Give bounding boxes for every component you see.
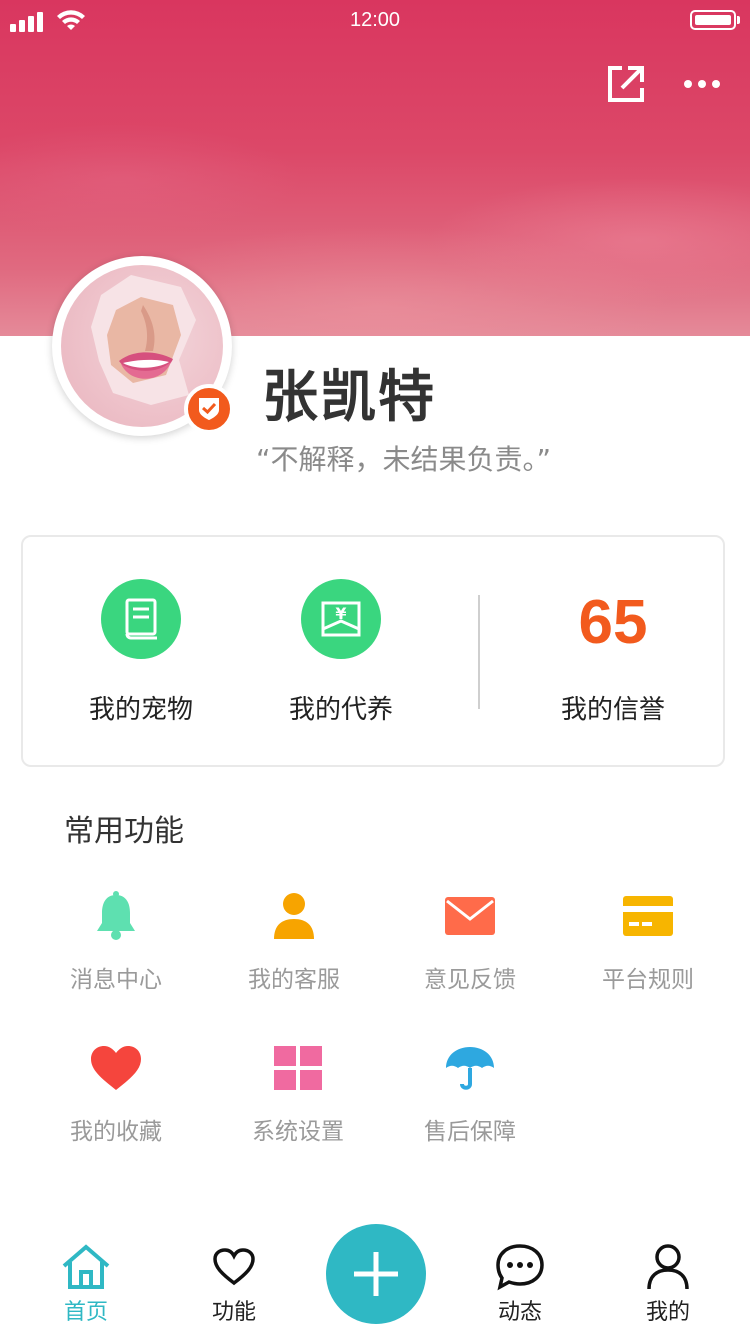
function-after-sales[interactable]: 售后保障 [395, 1040, 545, 1150]
svg-text:¥: ¥ [335, 604, 346, 623]
status-time: 12:00 [349, 9, 401, 31]
status-bar: 12:00 [0, 0, 750, 40]
stats-divider [478, 595, 480, 709]
plus-icon [354, 1252, 398, 1296]
function-label: 系统设置 [252, 1119, 344, 1145]
credit-value: 65 [578, 588, 648, 657]
tab-home-label: 首页 [63, 1300, 108, 1325]
function-label: 消息中心 [70, 967, 162, 993]
person-outline-icon [642, 1242, 694, 1292]
my-pets-label: 我的宠物 [88, 695, 193, 725]
function-label: 我的收藏 [70, 1119, 162, 1145]
function-customer-service[interactable]: 我的客服 [219, 888, 369, 998]
heart-outline-icon [208, 1242, 260, 1292]
add-button[interactable] [326, 1224, 426, 1324]
tab-mine[interactable]: 我的 [613, 1242, 723, 1332]
home-icon [60, 1242, 112, 1292]
tab-activity-label: 动态 [497, 1300, 542, 1325]
common-functions-title: 常用功能 [64, 814, 184, 849]
function-label: 售后保障 [424, 1119, 516, 1145]
umbrella-icon [440, 1040, 500, 1096]
chat-bubble-icon [494, 1242, 546, 1292]
function-label: 平台规则 [602, 967, 694, 993]
tab-functions-label: 功能 [211, 1300, 256, 1325]
function-label: 意见反馈 [424, 967, 516, 993]
user-motto: “不解释，未结果负责。” [256, 443, 552, 476]
battery-nub [737, 16, 740, 24]
function-favorites[interactable]: 我的收藏 [41, 1040, 191, 1150]
function-platform-rules[interactable]: 平台规则 [573, 888, 723, 998]
user-name: 张凯特 [262, 365, 436, 430]
tab-home[interactable]: 首页 [31, 1242, 141, 1332]
share-external-icon[interactable] [606, 64, 646, 104]
shield-check-icon [184, 384, 234, 434]
book-icon [101, 579, 181, 659]
tab-functions[interactable]: 功能 [179, 1242, 289, 1332]
function-settings[interactable]: 系统设置 [223, 1040, 373, 1150]
bell-icon [86, 888, 146, 944]
function-message-center[interactable]: 消息中心 [41, 888, 191, 998]
my-pets-entry[interactable]: 我的宠物 [51, 537, 231, 767]
more-dots-icon[interactable] [682, 72, 722, 96]
user-icon [264, 888, 324, 944]
heart-icon [86, 1040, 146, 1096]
yen-ticket-icon: ¥ [301, 579, 381, 659]
my-credit-entry[interactable]: 65 我的信誉 [523, 537, 703, 767]
function-label: 我的客服 [248, 967, 340, 993]
my-fostering-label: 我的代养 [288, 695, 393, 725]
grid-icon [268, 1040, 328, 1096]
function-feedback[interactable]: 意见反馈 [395, 888, 545, 998]
stats-card: 我的宠物 ¥ 我的代养 65 我的信誉 [21, 535, 725, 767]
tab-activity[interactable]: 动态 [465, 1242, 575, 1332]
tab-mine-label: 我的 [645, 1300, 690, 1325]
my-credit-label: 我的信誉 [560, 695, 665, 725]
my-fostering-entry[interactable]: ¥ 我的代养 [251, 537, 431, 767]
card-icon [618, 888, 678, 944]
battery-icon [690, 10, 736, 30]
mail-icon [440, 888, 500, 944]
